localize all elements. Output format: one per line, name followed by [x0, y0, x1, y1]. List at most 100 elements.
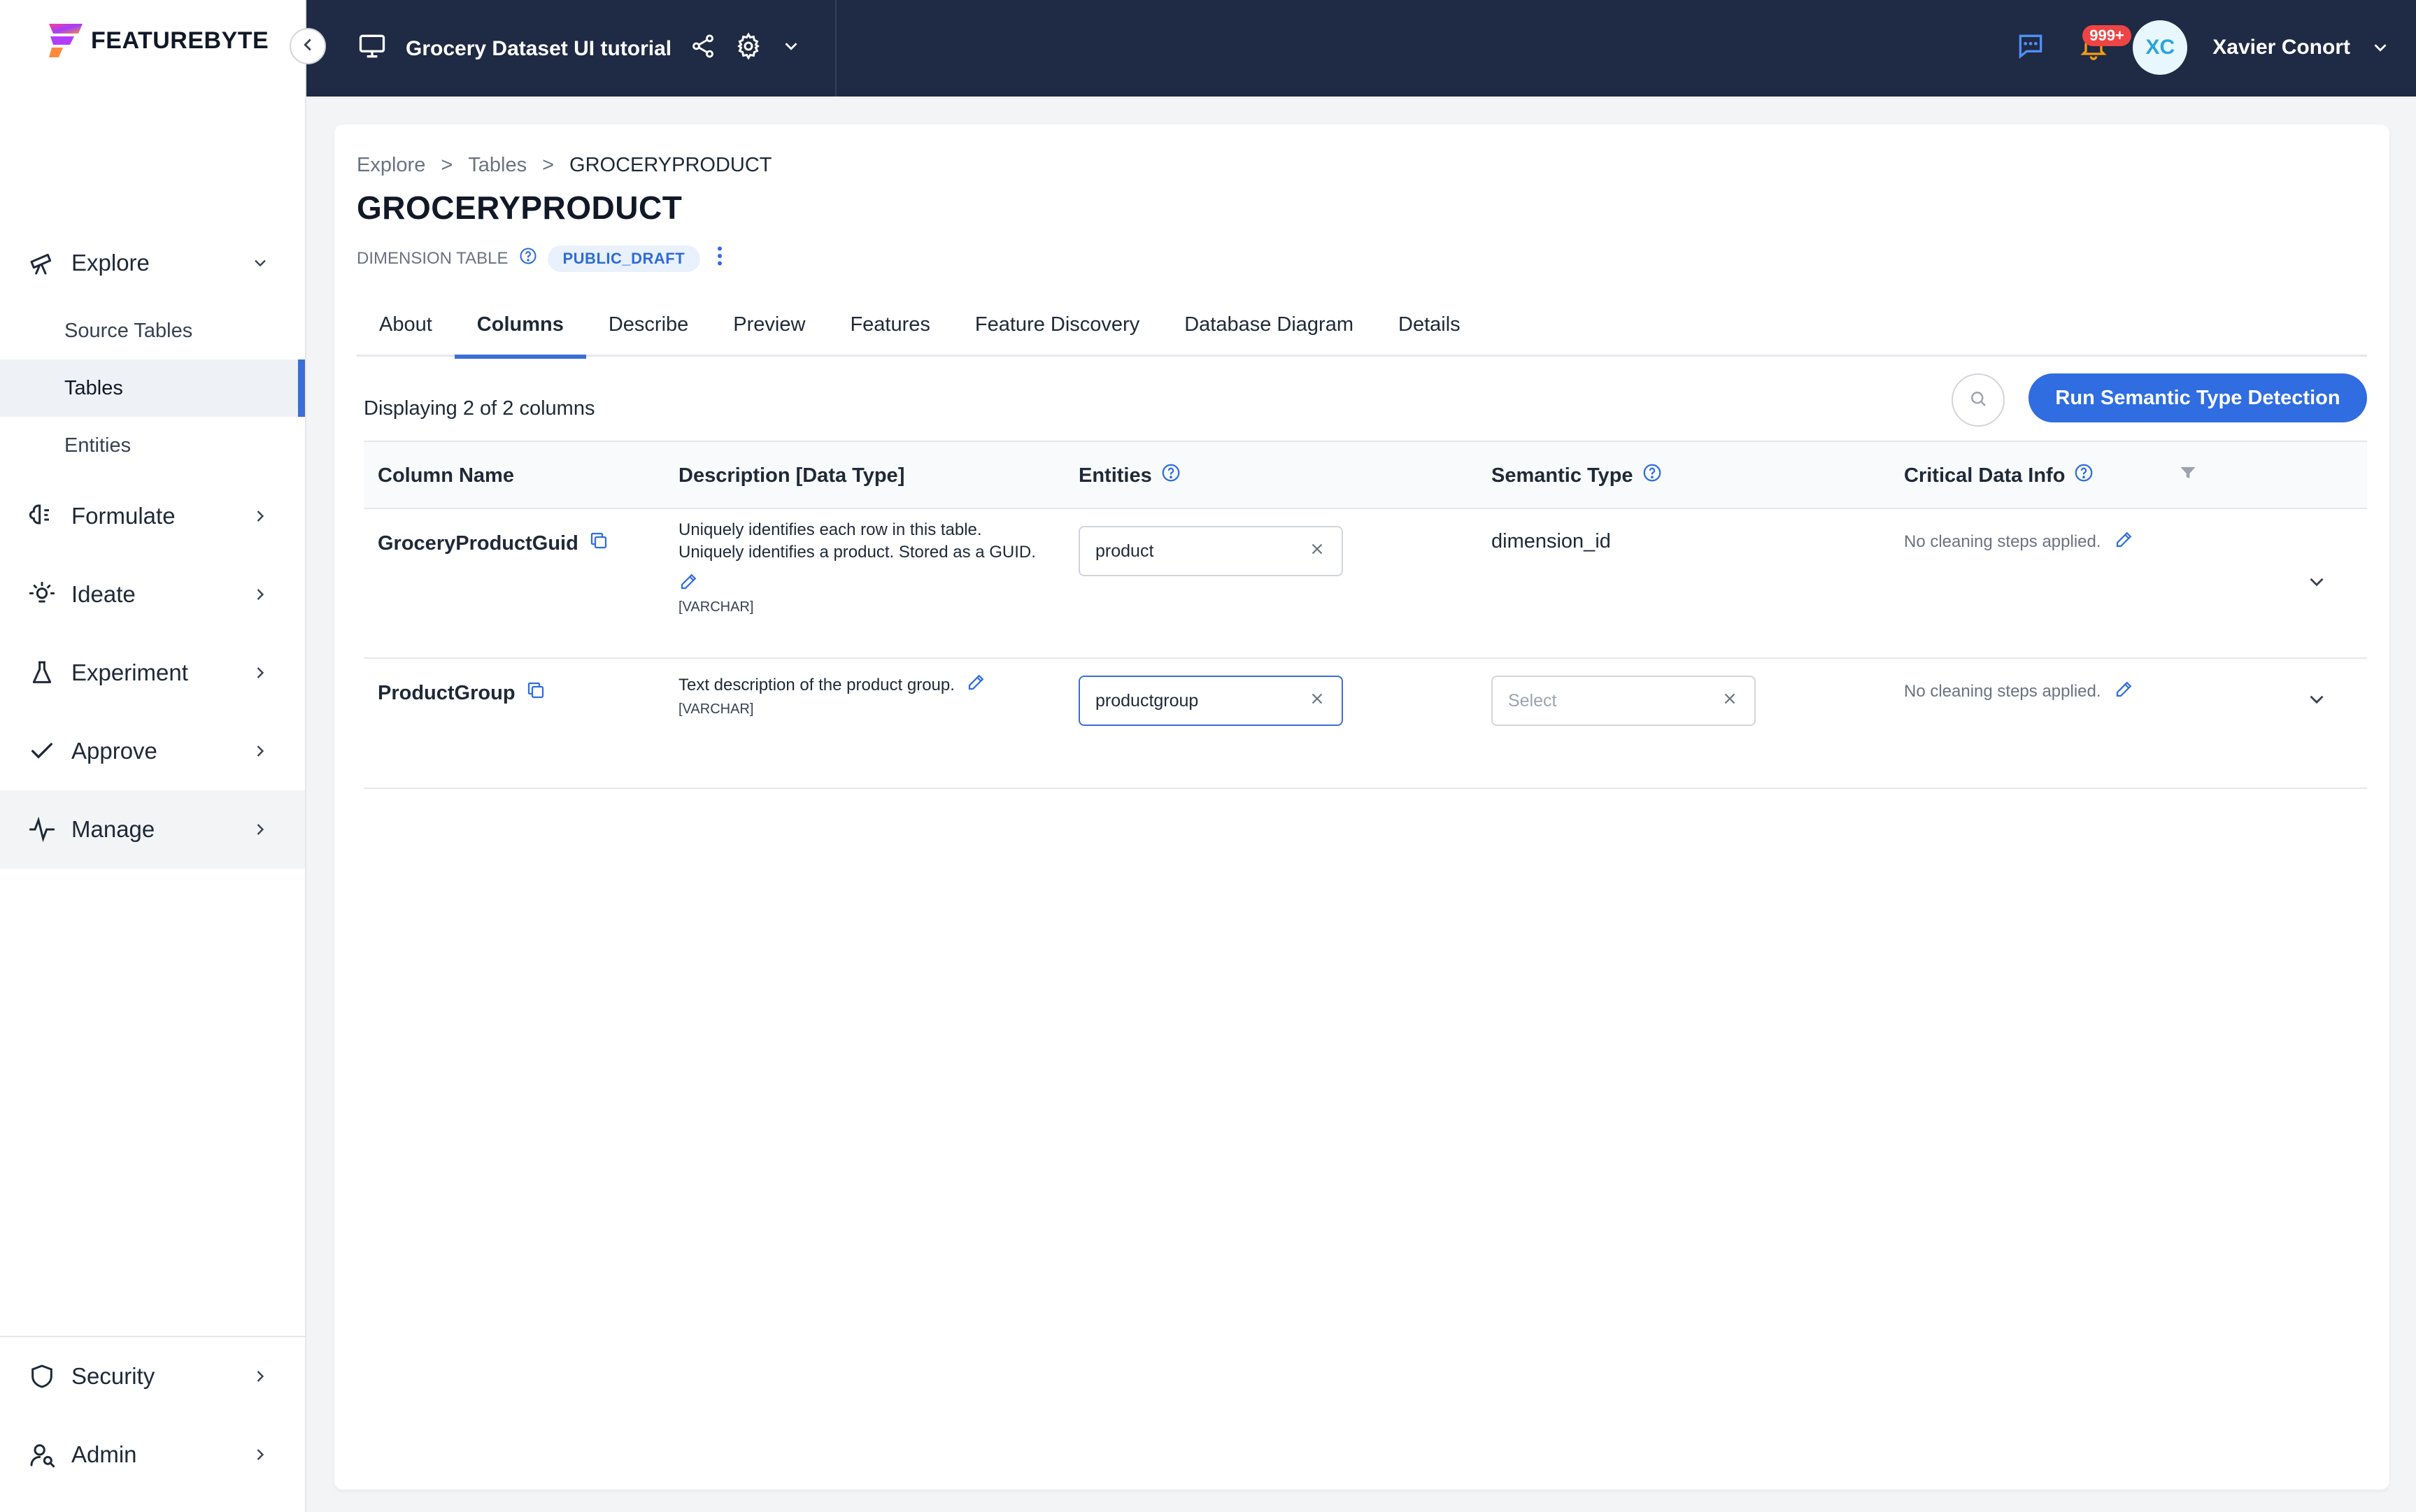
- sidebar-item-tables[interactable]: Tables: [0, 359, 305, 417]
- nav-experiment-label: Experiment: [71, 659, 188, 685]
- more-vertical-icon[interactable]: [710, 243, 730, 273]
- help-icon[interactable]: [1160, 462, 1181, 489]
- description-cell: Uniquely identifies each row in this tab…: [678, 519, 1042, 615]
- column-name-cell: ProductGroup: [378, 680, 546, 706]
- entity-value: product: [1095, 541, 1154, 561]
- close-icon[interactable]: [1308, 540, 1326, 563]
- edit-icon[interactable]: [966, 671, 987, 699]
- copy-icon[interactable]: [525, 680, 546, 706]
- chevron-right-icon: [246, 1441, 274, 1469]
- project-selector[interactable]: Grocery Dataset UI tutorial: [357, 31, 802, 67]
- tab-database-diagram[interactable]: Database Diagram: [1162, 292, 1376, 357]
- nav-ideate[interactable]: Ideate: [0, 555, 305, 634]
- tab-features[interactable]: Features: [827, 292, 952, 357]
- help-icon[interactable]: [2073, 462, 2094, 489]
- close-icon[interactable]: [1721, 690, 1739, 713]
- sidebar-item-entities[interactable]: Entities: [0, 417, 305, 474]
- edit-icon[interactable]: [2114, 529, 2135, 555]
- chevron-down-icon[interactable]: [781, 36, 802, 62]
- nav-formulate[interactable]: Formulate: [0, 477, 305, 555]
- nav-admin[interactable]: Admin: [0, 1415, 305, 1494]
- chevron-right-icon: [246, 1362, 274, 1390]
- nav-formulate-label: Formulate: [71, 503, 176, 529]
- column-description: Text description of the product group.: [678, 675, 955, 694]
- chevron-down-icon: [2305, 687, 2329, 715]
- brand-name: FEATUREBYTE: [91, 27, 269, 54]
- edit-icon[interactable]: [678, 571, 1042, 595]
- breadcrumb-separator: >: [441, 154, 453, 176]
- breadcrumb-explore[interactable]: Explore: [357, 154, 425, 177]
- nav-security-label: Security: [71, 1363, 155, 1389]
- nav-approve[interactable]: Approve: [0, 712, 305, 790]
- nav-experiment[interactable]: Experiment: [0, 634, 305, 712]
- topbar-actions: 999+ XC Xavier Conort: [2011, 20, 2391, 76]
- topbar-divider: [835, 0, 837, 97]
- column-description-line: Text description of the product group.: [678, 671, 1042, 699]
- activity-icon: [27, 814, 57, 845]
- search-icon: [1968, 388, 1989, 413]
- header-critical-label: Critical Data Info: [1904, 464, 2066, 487]
- chat-button[interactable]: [2011, 28, 2050, 67]
- columns-table: Column Name Description [Data Type] Enti…: [364, 441, 2367, 789]
- help-icon[interactable]: [518, 246, 538, 271]
- chevron-right-icon: [246, 737, 274, 765]
- edit-icon[interactable]: [2114, 678, 2135, 704]
- help-icon[interactable]: [1642, 462, 1663, 489]
- status-badge[interactable]: PUBLIC_DRAFT: [547, 245, 701, 272]
- header-critical-data-info: Critical Data Info: [1904, 442, 2094, 509]
- chevron-right-icon: [246, 659, 274, 687]
- tab-columns[interactable]: Columns: [454, 292, 586, 359]
- featurebyte-logo-icon: [45, 21, 84, 60]
- semantic-filter[interactable]: [2178, 442, 2198, 509]
- lightbulb-icon: [27, 579, 57, 610]
- telescope-icon: [27, 248, 57, 278]
- close-icon[interactable]: [1308, 690, 1326, 713]
- breadcrumb-separator: >: [542, 154, 555, 176]
- breadcrumb-tables[interactable]: Tables: [468, 154, 527, 177]
- column-name: ProductGroup: [378, 681, 516, 704]
- avatar[interactable]: XC: [2133, 20, 2188, 75]
- column-name-cell: GroceryProductGuid: [378, 530, 609, 557]
- semantic-type-select[interactable]: Select: [1491, 676, 1756, 726]
- tab-preview[interactable]: Preview: [711, 292, 827, 357]
- nav-manage[interactable]: Manage: [0, 790, 305, 869]
- semantic-type-value[interactable]: dimension_id: [1491, 530, 1611, 553]
- header-entities: Entities: [1079, 442, 1181, 509]
- breadcrumb-current: GROCERYPRODUCT: [569, 154, 772, 176]
- entity-select[interactable]: product: [1079, 526, 1343, 576]
- critical-data-text: No cleaning steps applied.: [1904, 532, 2101, 551]
- top-bar: Grocery Dataset UI tutorial 999+ XC Xavi…: [306, 0, 2416, 97]
- critical-data-text: No cleaning steps applied.: [1904, 681, 2101, 701]
- nav-admin-label: Admin: [71, 1441, 137, 1467]
- semantic-type-placeholder: Select: [1508, 690, 1557, 711]
- sidebar-item-source-tables[interactable]: Source Tables: [0, 302, 305, 359]
- brand-logo[interactable]: FEATUREBYTE: [45, 21, 269, 60]
- tab-describe[interactable]: Describe: [586, 292, 711, 357]
- chevron-down-icon: [246, 249, 274, 277]
- collapse-sidebar-button[interactable]: [290, 28, 326, 64]
- tab-details[interactable]: Details: [1376, 292, 1483, 357]
- check-icon: [27, 736, 57, 766]
- tab-about[interactable]: About: [357, 292, 455, 357]
- run-semantic-detection-button[interactable]: Run Semantic Type Detection: [2028, 373, 2367, 422]
- nav-ideate-label: Ideate: [71, 581, 136, 607]
- gear-icon[interactable]: [734, 32, 762, 66]
- nav-security[interactable]: Security: [0, 1337, 305, 1415]
- user-name[interactable]: Xavier Conort: [2212, 36, 2350, 59]
- expand-row-button[interactable]: [2303, 687, 2331, 715]
- share-icon[interactable]: [690, 33, 716, 65]
- header-description-label: Description [Data Type]: [678, 464, 905, 487]
- flask-icon: [27, 657, 57, 688]
- nav-approve-label: Approve: [71, 738, 157, 764]
- nav-explore[interactable]: Explore: [0, 224, 305, 302]
- tab-feature-discovery[interactable]: Feature Discovery: [953, 292, 1162, 357]
- notifications-button[interactable]: 999+: [2074, 25, 2131, 67]
- copy-icon[interactable]: [588, 530, 609, 557]
- entity-select[interactable]: productgroup: [1079, 676, 1343, 726]
- monitor-icon: [357, 31, 388, 67]
- user-search-icon: [27, 1439, 57, 1470]
- expand-row-button[interactable]: [2303, 569, 2331, 597]
- chevron-down-icon[interactable]: [2370, 37, 2391, 58]
- search-button[interactable]: [1952, 373, 2005, 427]
- page-title: GROCERYPRODUCT: [357, 190, 683, 226]
